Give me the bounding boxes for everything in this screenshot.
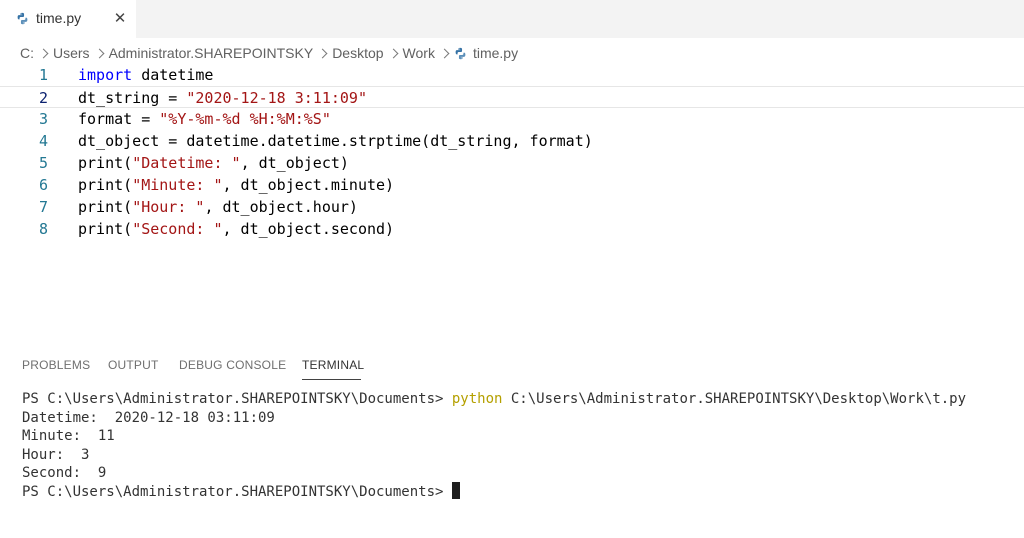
- terminal-prompt: PS C:\Users\Administrator.SHAREPOINTSKY\…: [22, 483, 444, 500]
- code-text: import datetime: [78, 64, 213, 86]
- chevron-right-icon: [388, 48, 398, 58]
- chevron-right-icon: [439, 48, 450, 58]
- python-icon: [17, 12, 28, 25]
- line-number: 2: [38, 89, 48, 107]
- string-token: "2020-12-18 3:11:09": [186, 89, 367, 107]
- code-line[interactable]: 2 dt_string = "2020-12-18 3:11:09": [0, 86, 1024, 108]
- code-token: format =: [78, 110, 160, 128]
- vscode-window: time.py ✕ C: Users Administrator.SHAREPO…: [0, 0, 1024, 538]
- tab-output[interactable]: OUTPUT: [108, 358, 159, 372]
- breadcrumb-item-work[interactable]: Work: [403, 45, 435, 61]
- code-token: print(: [78, 198, 133, 216]
- code-line[interactable]: 3 format = "%Y-%m-%d %H:%M:%S": [0, 108, 1024, 130]
- terminal[interactable]: PS C:\Users\Administrator.SHAREPOINTSKY\…: [22, 390, 1012, 501]
- terminal-output-line: Minute: 11: [22, 428, 115, 444]
- breadcrumb-item-file[interactable]: time.py: [473, 45, 518, 61]
- code-token: print(: [78, 154, 133, 172]
- code-token: print(: [78, 220, 133, 238]
- code-text: print("Second: ", dt_object.second): [78, 218, 394, 240]
- code-token: , dt_object.second): [222, 220, 395, 238]
- line-number: 8: [38, 220, 48, 238]
- tab-label: time.py: [36, 10, 82, 26]
- code-token: print(: [78, 176, 133, 194]
- terminal-output-line: Hour: 3: [22, 446, 90, 463]
- chevron-right-icon: [317, 48, 328, 58]
- code-token: dt_object = datetime.datetime.strptime(d…: [78, 132, 593, 150]
- code-line[interactable]: 1 import datetime: [0, 64, 1024, 86]
- breadcrumb-item-drive[interactable]: C:: [20, 45, 34, 61]
- line-number: 6: [38, 176, 48, 194]
- close-icon[interactable]: ✕: [112, 8, 128, 28]
- breadcrumb-item-users[interactable]: Users: [53, 45, 90, 61]
- code-line[interactable]: 4 dt_object = datetime.datetime.strptime(…: [0, 130, 1024, 152]
- code-token: , dt_object.hour): [204, 198, 358, 216]
- chevron-right-icon: [38, 48, 49, 58]
- line-number: 3: [38, 110, 48, 128]
- line-number: 1: [38, 66, 48, 84]
- line-number: 5: [38, 154, 48, 172]
- code-editor[interactable]: 1 import datetime 2 dt_string = "2020-12-18…: [0, 64, 1024, 344]
- code-token: datetime: [132, 66, 214, 84]
- terminal-command: python: [451, 391, 503, 407]
- breadcrumb: C: Users Administrator.SHAREPOINTSKY Des…: [20, 43, 518, 63]
- string-token: "Minute: ": [132, 176, 223, 194]
- editor-tab-bar: time.py ✕: [0, 0, 1024, 38]
- string-token: "Hour: ": [132, 198, 205, 216]
- keyword-token: import: [78, 66, 133, 84]
- tab-time-py[interactable]: time.py ✕: [0, 0, 136, 38]
- code-token: , dt_object.minute): [222, 176, 395, 194]
- terminal-prompt-line: PS C:\Users\Administrator.SHAREPOINTSKY\…: [22, 482, 1012, 502]
- code-text: dt_object = datetime.datetime.strptime(d…: [78, 130, 593, 152]
- breadcrumb-item-desktop[interactable]: Desktop: [332, 45, 383, 61]
- code-text: print("Minute: ", dt_object.minute): [78, 174, 394, 196]
- tab-problems[interactable]: PROBLEMS: [22, 358, 90, 372]
- code-text: print("Datetime: ", dt_object): [78, 152, 349, 174]
- code-line[interactable]: 5 print("Datetime: ", dt_object): [0, 152, 1024, 174]
- code-text: print("Hour: ", dt_object.hour): [78, 196, 358, 218]
- tab-terminal[interactable]: TERMINAL: [302, 358, 364, 372]
- string-token: "%Y-%m-%d %H:%M:%S": [159, 110, 331, 128]
- python-icon: [455, 47, 466, 59]
- breadcrumb-item-user[interactable]: Administrator.SHAREPOINTSKY: [109, 45, 314, 61]
- panel-tab-bar: PROBLEMS OUTPUT DEBUG CONSOLE TERMINAL: [0, 345, 1024, 383]
- terminal-cursor: [452, 482, 461, 499]
- code-line[interactable]: 8 print("Second: ", dt_object.second): [0, 218, 1024, 240]
- chevron-right-icon: [94, 48, 105, 58]
- active-tab-indicator: [302, 379, 361, 380]
- terminal-command-args: C:\Users\Administrator.SHAREPOINTSKY\Des…: [502, 391, 967, 407]
- code-token: dt_string =: [78, 89, 187, 107]
- code-token: , dt_object): [240, 154, 349, 172]
- terminal-output-line: Datetime: 2020-12-18 03:11:09: [22, 409, 275, 426]
- terminal-prompt: PS C:\Users\Administrator.SHAREPOINTSKY\…: [22, 391, 452, 407]
- code-line[interactable]: 6 print("Minute: ", dt_object.minute): [0, 174, 1024, 196]
- code-text: dt_string = "2020-12-18 3:11:09": [78, 87, 367, 109]
- line-number: 4: [38, 132, 48, 150]
- code-line[interactable]: 7 print("Hour: ", dt_object.hour): [0, 196, 1024, 218]
- code-text: format = "%Y-%m-%d %H:%M:%S": [78, 108, 331, 130]
- line-number: 7: [38, 198, 48, 216]
- string-token: "Second: ": [132, 220, 223, 238]
- terminal-output-line: Second: 9: [22, 465, 107, 481]
- string-token: "Datetime: ": [132, 154, 241, 172]
- terminal-command-line: PS C:\Users\Administrator.SHAREPOINTSKY\…: [22, 390, 1012, 409]
- tab-debug-console[interactable]: DEBUG CONSOLE: [179, 358, 286, 372]
